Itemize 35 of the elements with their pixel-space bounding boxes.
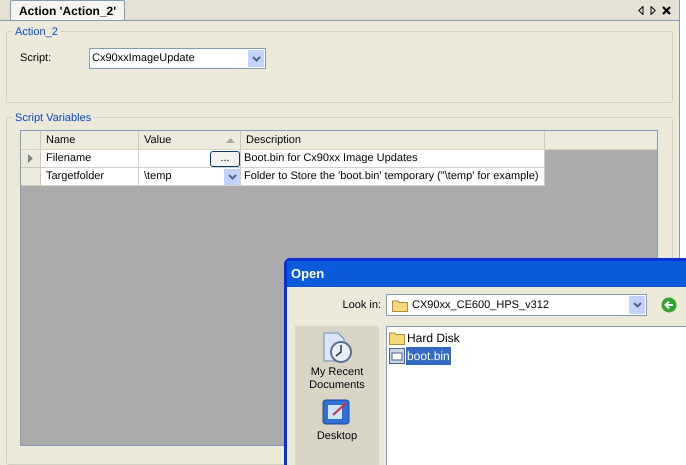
value-dropdown[interactable]: \temp [139,168,241,186]
caret-icon [228,174,236,180]
scroll-left-icon[interactable] [638,6,644,14]
look-in-label: Look in: [341,298,382,313]
group-title: Action_2 [13,24,60,40]
places-item[interactable]: Desktop [297,398,377,443]
places-item[interactable]: My Recent Documents [297,332,377,392]
sort-arrow-icon [226,138,235,142]
row-header[interactable] [21,150,41,168]
folder-icon [392,298,408,312]
caret-icon [632,302,642,308]
file-item[interactable]: Hard Disk [389,329,686,346]
folder-icon [389,330,405,344]
current-row-icon [28,154,33,163]
column-header[interactable]: Description [241,131,545,149]
browse-button[interactable]: ... [210,150,240,166]
value-field[interactable]: ... [139,150,241,168]
close-icon[interactable] [662,6,671,14]
caret-icon [252,56,260,62]
look-in-dropdown[interactable]: CX90xx_CE600_HPS_v312 [386,294,647,316]
column-header[interactable]: Name [41,131,139,149]
dialog-title: Open [291,265,324,284]
column-header[interactable]: Value [139,131,241,149]
table-cell: Boot.bin for Cx90xx Image Updates [241,150,545,168]
scroll-right-icon[interactable] [650,6,656,14]
file-item[interactable]: boot.bin [389,347,686,364]
table-cell: Targetfolder [41,168,139,186]
table-cell: Folder to Store the 'boot.bin' temporary ("\temp' for example) [241,168,545,186]
group-title: Script Variables [13,110,94,126]
script-dropdown[interactable]: Cx90xxImageUpdate [89,48,266,69]
clock-document-icon [321,332,353,364]
script-label: Script: [20,51,52,66]
document-tab[interactable]: Action 'Action_2' [10,0,126,20]
table-cell: Filename [41,150,139,168]
file-icon [389,348,405,364]
